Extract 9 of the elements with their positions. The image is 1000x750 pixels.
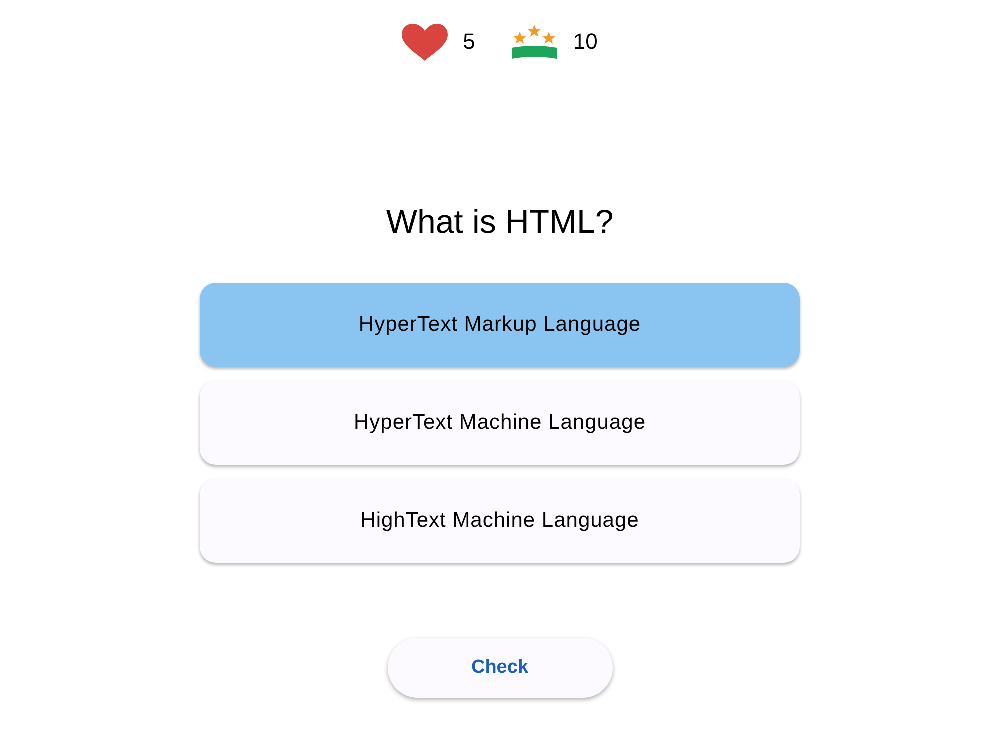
stars-ribbon-icon — [511, 24, 558, 60]
answer-option[interactable]: HighText Machine Language — [200, 479, 800, 563]
answer-option[interactable]: HyperText Machine Language — [200, 381, 800, 465]
answer-option[interactable]: HyperText Markup Language — [200, 283, 800, 367]
check-button[interactable]: Check — [388, 638, 612, 698]
heart-icon — [402, 24, 448, 60]
lives-count: 5 — [463, 31, 476, 53]
score-count: 10 — [573, 31, 598, 53]
question-text: What is HTML? — [386, 202, 614, 242]
